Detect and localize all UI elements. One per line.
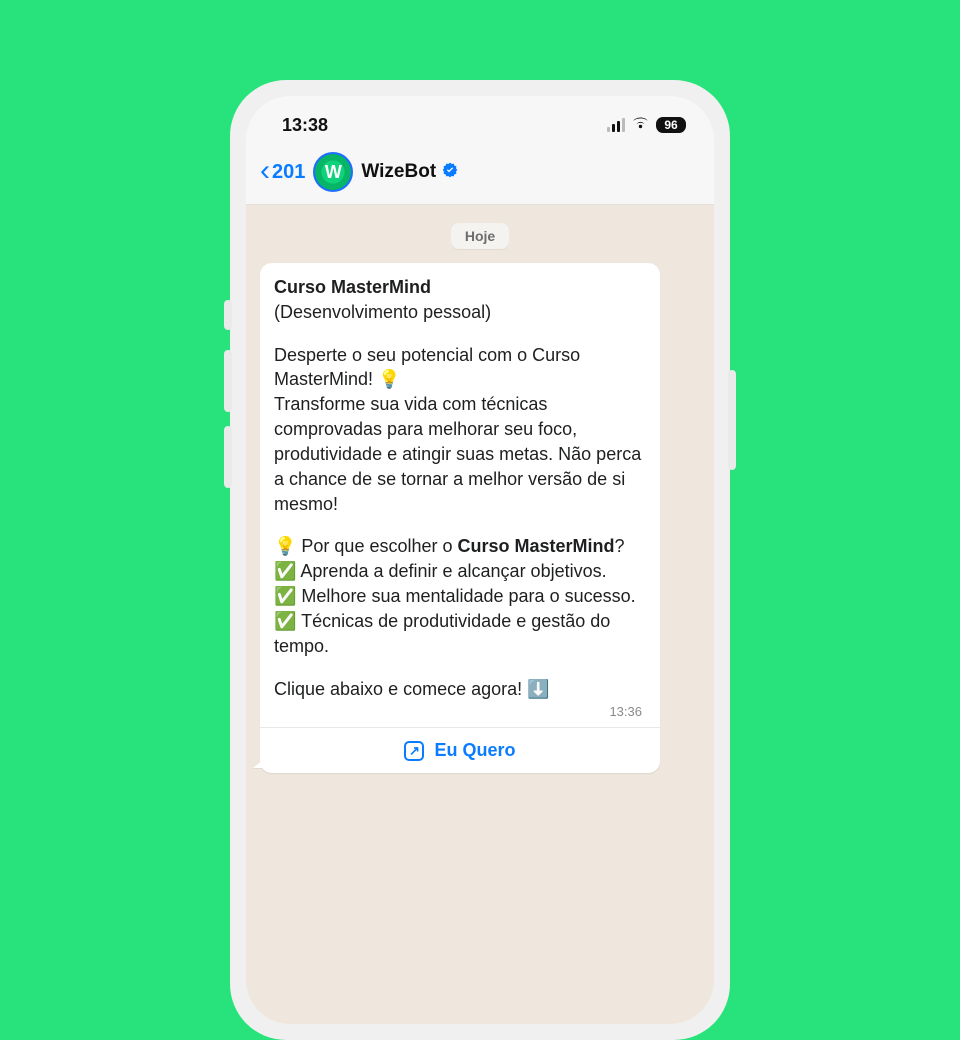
phone-frame: 13:38 96 ‹ 201 W WizeBot: [230, 80, 730, 1040]
message-bubble: Curso MasterMind (Desenvolvimento pessoa…: [260, 263, 660, 773]
chat-body[interactable]: Hoje Curso MasterMind (Desenvolvimento p…: [246, 205, 714, 1024]
side-button: [224, 300, 232, 330]
bullet-1: ✅ Aprenda a definir e alcançar objetivos…: [274, 559, 646, 584]
why-suffix: ?: [615, 536, 625, 556]
status-bar: 13:38 96: [246, 96, 714, 148]
side-button: [224, 350, 232, 412]
chevron-left-icon: ‹: [260, 156, 270, 186]
why-prefix: 💡 Por que escolher o: [274, 536, 458, 556]
status-time: 13:38: [282, 115, 328, 136]
bullet-2: ✅ Melhore sua mentalidade para o sucesso…: [274, 584, 646, 609]
why-bold: Curso MasterMind: [458, 536, 615, 556]
bullet-3: ✅ Técnicas de produtividade e gestão do …: [274, 609, 646, 659]
back-count: 201: [272, 161, 305, 184]
avatar[interactable]: W: [313, 152, 353, 192]
cellular-icon: [607, 118, 625, 132]
cta-line: Clique abaixo e comece agora! ⬇️: [274, 677, 646, 702]
side-button: [224, 426, 232, 488]
message-intro-1: Desperte o seu potencial com o Curso Mas…: [274, 343, 646, 393]
wifi-icon: [631, 116, 650, 135]
bubble-tail: [253, 760, 263, 768]
message-title: Curso MasterMind: [274, 275, 646, 300]
chat-header: ‹ 201 W WizeBot: [246, 148, 714, 205]
phone-screen: 13:38 96 ‹ 201 W WizeBot: [246, 96, 714, 1024]
battery-indicator: 96: [656, 117, 686, 133]
side-button: [728, 370, 736, 470]
open-link-icon: ↗: [404, 741, 424, 761]
verified-icon: [442, 162, 458, 183]
action-label: Eu Quero: [434, 740, 515, 761]
date-pill: Hoje: [451, 223, 509, 249]
contact-name: WizeBot: [361, 161, 436, 183]
message-time: 13:36: [274, 703, 646, 721]
status-indicators: 96: [607, 116, 686, 135]
back-button[interactable]: ‹ 201: [260, 159, 305, 186]
message-content: Curso MasterMind (Desenvolvimento pessoa…: [260, 263, 660, 727]
message-intro-2: Transforme sua vida com técnicas comprov…: [274, 392, 646, 516]
avatar-letter: W: [325, 162, 342, 183]
chat-title[interactable]: WizeBot: [361, 161, 458, 183]
message-action-button[interactable]: ↗ Eu Quero: [260, 727, 660, 773]
message-subtitle: (Desenvolvimento pessoal): [274, 300, 646, 325]
